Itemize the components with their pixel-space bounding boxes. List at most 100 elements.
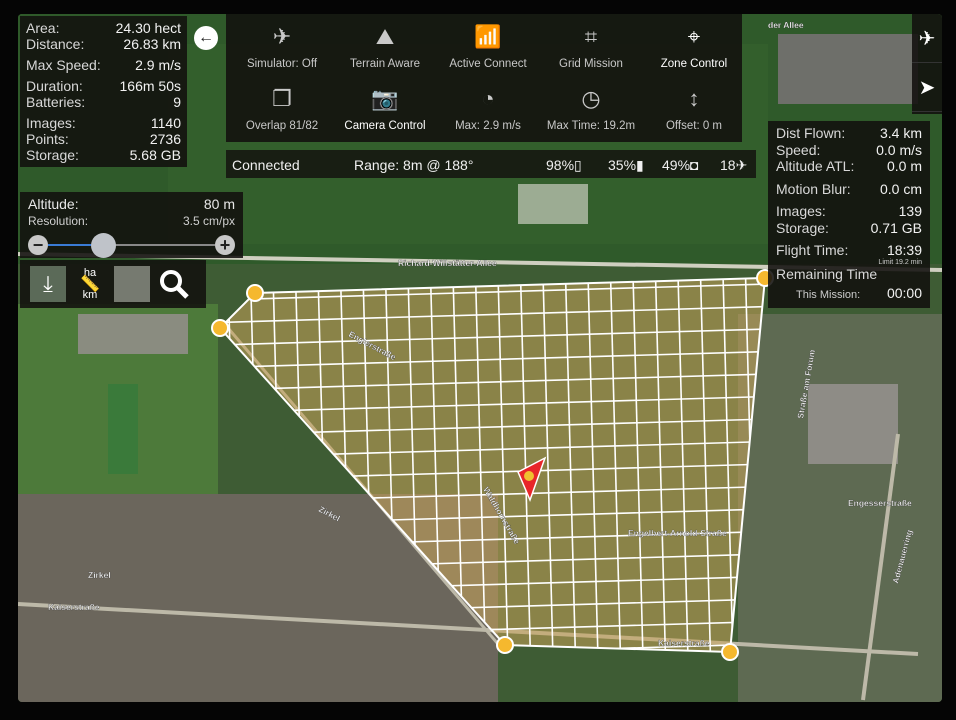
menu-label: Active Connect [449, 58, 527, 70]
plus-icon[interactable]: + [215, 235, 235, 255]
up-down-arrows-icon: ↕ [688, 86, 700, 111]
flight-stats-panel: Dist Flown: 3.4 km Speed: 0.0 m/s Altitude… [768, 121, 930, 308]
altitude-atl-value: 0.0 m [886, 158, 922, 174]
resolution-value: 3.5 cm/px [182, 214, 235, 228]
max-speed-value: 2.9 m/s [135, 57, 181, 73]
menu-simulator-off[interactable]: ✈ Simulator: Off [230, 22, 334, 70]
map-tools: ⤓ ha 📏 km [20, 260, 206, 308]
minus-icon[interactable]: − [28, 235, 48, 255]
top-menu: ✈ Simulator: Off ⛰ Terrain Aware 📶 Active Con… [226, 14, 742, 142]
grid-icon: ⌗ [584, 24, 598, 49]
satellite-count: 18 [720, 157, 736, 173]
menu-label: Zone Control [660, 58, 728, 70]
area-value: 24.30 hect [115, 20, 181, 36]
motion-blur-value: 0.0 cm [879, 180, 922, 197]
zone-vertex-handle[interactable] [246, 284, 264, 302]
flight-storage-label: Storage: [776, 219, 829, 236]
storage-label: Storage: [26, 147, 79, 163]
street-label: der Allee [768, 20, 804, 30]
menu-label: Offset: 0 m [665, 120, 723, 132]
menu-label: Overlap 81/82 [245, 120, 319, 132]
this-mission-value: 00:00 [886, 285, 922, 301]
altitude-value: 80 m [203, 196, 235, 212]
street-label: Richard-Willstätter-Allee [398, 258, 497, 268]
units-ha-km-icon[interactable]: ha 📏 km [72, 266, 108, 302]
drone-battery-value: 49% [662, 157, 691, 173]
points-label: Points: [26, 131, 69, 147]
points-value: 2736 [149, 131, 181, 147]
mission-stats-panel: Area: 24.30 hect Distance: 26.83 km Max Sp… [20, 16, 187, 167]
controller-battery-value: 35% [608, 157, 637, 173]
motion-blur-label: Motion Blur: [776, 180, 851, 197]
distance-label: Distance: [26, 36, 85, 52]
menu-camera-control[interactable]: 📷 Camera Control [333, 84, 437, 132]
menu-label: Grid Mission [559, 58, 623, 70]
drone-icon-small: ◘ [690, 157, 699, 173]
satellites: 18✈ [720, 157, 747, 174]
street-label: Kaiserstraße [658, 638, 710, 648]
remaining-time-label: Remaining Time [776, 265, 878, 282]
menu-zone-control[interactable]: ⌖ Zone Control [642, 22, 746, 70]
images-label: Images: [26, 115, 76, 131]
duration-label: Duration: [26, 78, 83, 94]
battery-icon: ▮ [636, 157, 644, 173]
altitude-panel: Altitude: 80 m Resolution: 3.5 cm/px − + [20, 192, 243, 258]
navigation-arrow-icon[interactable]: ➤ [912, 63, 942, 112]
flight-time-value: 18:39 [886, 242, 922, 258]
menu-active-connect[interactable]: 📶 Active Connect [436, 22, 540, 70]
unit-km: km [82, 288, 98, 301]
zone-vertex-handle[interactable] [496, 636, 514, 654]
menu-label: Camera Control [344, 120, 426, 132]
street-label: Kaiserstraße [48, 602, 100, 612]
speedometer-icon: ◔ [481, 86, 495, 111]
dist-flown-value: 3.4 km [879, 125, 922, 141]
dist-flown-label: Dist Flown: [776, 125, 846, 141]
clock-icon: ◷ [581, 86, 601, 111]
menu-terrain-aware[interactable]: ⛰ Terrain Aware [333, 22, 437, 70]
satellite-icon: ✈ [735, 157, 748, 173]
menu-grid-mission[interactable]: ⌗ Grid Mission [539, 22, 643, 70]
distance-value: 26.83 km [123, 36, 181, 52]
search-icon[interactable] [156, 266, 192, 302]
status-bar: Connected Range: 8m @ 188° 98%▯ 35%▮ 49%… [226, 150, 756, 178]
flight-time-limit: Limit 19.2 min [878, 258, 922, 266]
airplane-icon[interactable]: ✈ [912, 14, 942, 63]
controller-battery: 35%▮ [608, 157, 644, 174]
map-type-icon[interactable] [114, 266, 150, 302]
app-screen: Richard-Willstätter-Allee Zirkel Zirkel … [18, 14, 942, 702]
max-speed-label: Max Speed: [26, 57, 101, 73]
zone-vertex-handle[interactable] [211, 319, 229, 337]
flight-storage-value: 0.71 GB [870, 219, 922, 236]
street-label: Zirkel [88, 570, 111, 580]
save-mission-icon[interactable]: ⤓ [30, 266, 66, 302]
connection-status: Connected [232, 157, 300, 173]
back-button[interactable]: ← [194, 26, 218, 50]
drone-battery: 49%◘ [662, 157, 699, 173]
zone-vertex-handle[interactable] [721, 643, 739, 661]
menu-overlap-81-82[interactable]: ❐ Overlap 81/82 [230, 84, 334, 132]
device-battery-value: 98% [546, 157, 575, 173]
area-label: Area: [26, 20, 60, 36]
flight-images-label: Images: [776, 203, 826, 219]
flight-images-value: 139 [898, 203, 922, 219]
images-value: 1140 [150, 115, 181, 131]
location-pin-icon: ⌖ [687, 24, 701, 49]
resolution-label: Resolution: [28, 214, 89, 228]
this-mission-label: This Mission: [796, 289, 861, 301]
slider-handle[interactable] [91, 233, 117, 258]
camera-icon: 📷 [371, 86, 399, 111]
altitude-label: Altitude: [28, 196, 79, 212]
street-label: Engelbert-Arnold-Straße [628, 528, 727, 538]
menu-max-2-9-m-s[interactable]: ◔ Max: 2.9 m/s [436, 84, 540, 132]
menu-offset-0-m[interactable]: ↕ Offset: 0 m [642, 84, 746, 132]
range-readout: Range: 8m @ 188° [354, 157, 474, 173]
altitude-slider[interactable]: − + [28, 232, 235, 258]
speed-value: 0.0 m/s [876, 141, 922, 158]
storage-value: 5.68 GB [129, 147, 181, 163]
antenna-icon: 📶 [474, 24, 502, 49]
menu-label: Max: 2.9 m/s [455, 120, 521, 132]
airplane-icon: ✈ [272, 24, 292, 49]
overlap-icon: ❐ [272, 86, 292, 111]
batteries-value: 9 [173, 94, 181, 110]
menu-max-time-19-2m[interactable]: ◷ Max Time: 19.2m [539, 84, 643, 132]
